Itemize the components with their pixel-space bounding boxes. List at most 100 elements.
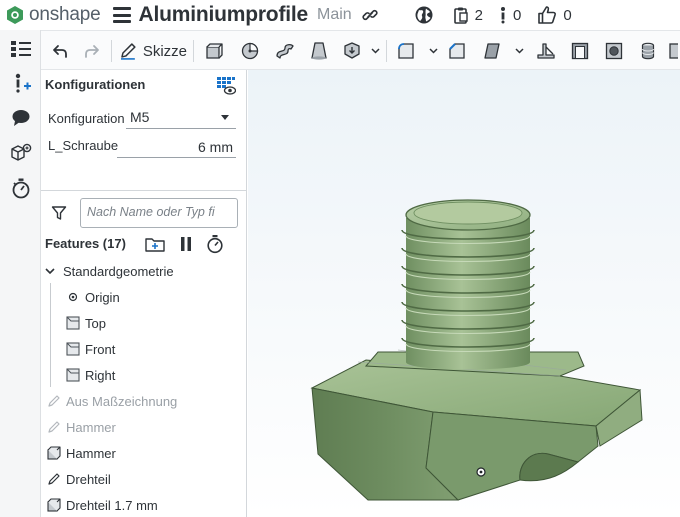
history-button[interactable] [10,177,32,199]
configuration-table-icon[interactable] [216,76,236,96]
parameter-label: L_Schraube [48,138,119,153]
extrude-icon [47,446,61,460]
link-icon[interactable] [362,7,378,23]
plane-icon [66,316,80,330]
sketch-icon [48,473,60,485]
chevron-down-icon[interactable] [371,46,380,55]
insert-part-button[interactable] [10,142,32,164]
overflow-button[interactable] [668,39,678,63]
caret-down-icon [221,115,229,120]
origin-icon [68,292,78,302]
hammer-screw-model[interactable] [248,70,680,517]
extrude-button[interactable] [203,39,225,63]
plane-icon [66,368,80,382]
thumbs-up-icon [538,6,557,24]
redo-button[interactable] [81,39,103,63]
info-icon [501,7,506,24]
copies-count: 2 [474,6,484,24]
hole-button[interactable] [603,39,625,63]
feature-search[interactable] [80,198,238,228]
tree-item-extrude-drehteil[interactable]: Drehteil 1.7 mm [47,493,253,517]
toolbar-separator [386,40,387,62]
sweep-icon [276,44,294,59]
tree-item-label: Right [85,367,116,383]
feature-toolbar: Skizze [41,30,680,70]
tree-item-front-plane[interactable]: Front [66,337,272,361]
thread-button[interactable] [637,39,659,63]
fillet-icon [398,43,414,59]
extrude-icon [47,498,61,512]
tree-item-label: Origin [85,289,120,305]
rollback-pause-button[interactable] [176,234,196,254]
filter-icon[interactable] [51,205,67,221]
plane-icon [66,342,80,356]
public-globe-icon[interactable] [414,5,434,25]
thicken-icon [344,42,360,59]
thicken-button[interactable] [341,39,363,63]
configuration-value: M5 [130,109,150,125]
tree-guide-line [50,283,51,387]
shell-button[interactable] [569,39,591,63]
main-menu-icon[interactable] [112,7,131,23]
chevron-down-icon[interactable] [515,46,524,55]
comments-button[interactable] [10,107,32,129]
tree-item-label: Top [85,315,106,331]
variable-add-icon [15,73,31,93]
chamfer-button[interactable] [446,39,468,63]
onshape-logo[interactable]: onshape [6,4,101,26]
rib-button[interactable] [535,39,557,63]
screw-length-input[interactable]: 6 mm [117,136,236,158]
tree-item-top-plane[interactable]: Top [66,311,272,335]
regenerate-timer-button[interactable] [205,234,225,254]
rib-icon [537,43,555,59]
info-counter[interactable]: 0 [499,6,521,24]
chevron-down-icon[interactable] [429,46,438,55]
sweep-button[interactable] [274,39,296,63]
sketch-button[interactable]: Skizze [119,39,187,63]
tree-item-sketch-hammer[interactable]: Hammer [47,415,253,439]
feature-list-button[interactable] [10,38,32,60]
stopwatch-icon [12,178,30,199]
threaded-shank [401,199,535,370]
cylinder-icon [641,42,655,60]
undo-button[interactable] [49,39,71,63]
variables-button[interactable] [10,72,32,94]
chevron-down-icon [45,268,55,275]
configuration-select[interactable]: M5 [126,107,236,129]
fillet-button[interactable] [395,39,417,63]
copies-counter[interactable]: 2 [453,6,483,24]
tree-item-right-plane[interactable]: Right [66,363,272,387]
pause-icon [181,237,191,251]
hole-icon [605,42,623,60]
tree-item-label: Aus Maßzeichnung [66,393,178,409]
tree-item-label: Drehteil [66,471,111,487]
draft-button[interactable] [481,39,503,63]
revolve-button[interactable] [239,39,261,63]
document-title[interactable]: Aluminiumprofile [139,3,309,27]
add-folder-icon [145,238,165,252]
revolve-icon [241,42,259,60]
feature-search-input[interactable] [87,199,237,225]
tree-item-origin[interactable]: Origin [66,285,272,309]
likes-counter[interactable]: 0 [537,5,572,25]
loft-button[interactable] [308,39,330,63]
left-icon-rail [0,30,41,517]
branch-name[interactable]: Main [317,6,352,24]
add-folder-button[interactable] [145,234,165,254]
graphics-viewport[interactable] [248,70,680,517]
sketch-icon [48,395,60,407]
feature-panel: Konfigurationen Konfiguration M5 L_Schra… [41,70,247,517]
likes-count: 0 [563,6,572,24]
features-title: Features (17) [45,236,126,251]
tree-group-default-geometry[interactable]: Standardgeometrie [41,259,247,283]
tree-item-sketch-drawing[interactable]: Aus Maßzeichnung [47,389,253,413]
clipboard-icon [453,7,468,24]
undo-icon [53,45,67,58]
loft-icon [311,42,327,60]
configurations-title: Konfigurationen [45,77,146,92]
tree-item-sketch-drehteil[interactable]: Drehteil [47,467,253,491]
tree-item-extrude-hammer[interactable]: Hammer [47,441,253,465]
sketch-icon [48,421,60,433]
sketch-label: Skizze [142,42,187,60]
stopwatch-icon [207,235,223,254]
